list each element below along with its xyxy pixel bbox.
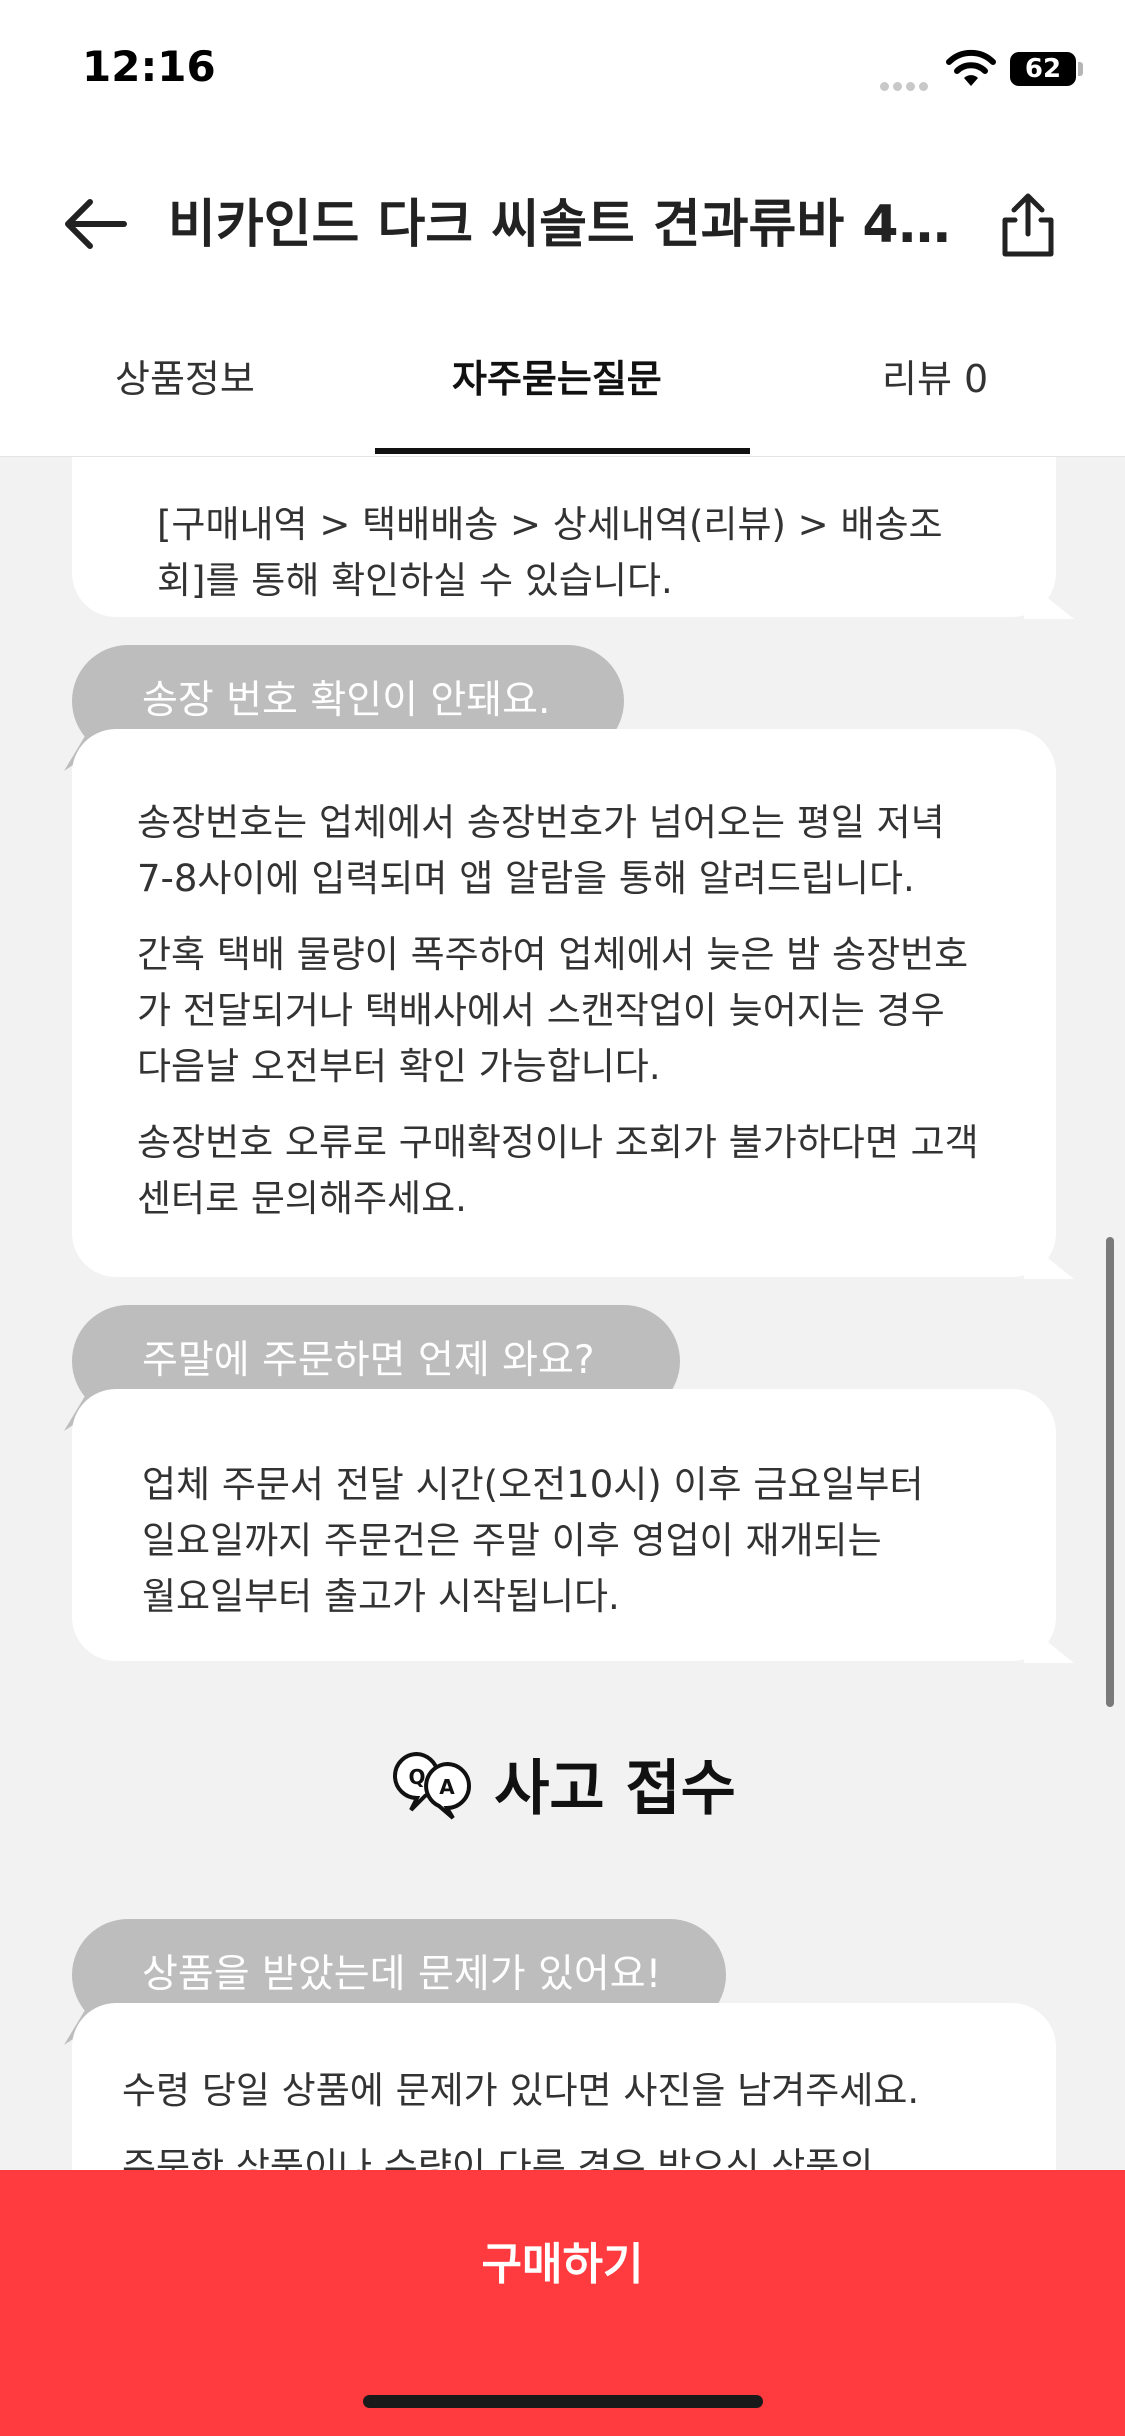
answer-text: 주문한 상품이나 수량이 다른 경우 받으신 상품의: [122, 2145, 874, 2170]
question-text: 상품을 받았는데 문제가 있어요!: [142, 1952, 662, 1997]
answer-bubble: 수령 당일 상품에 문제가 있다면 사진을 남겨주세요. 주문한 상품이나 수량…: [72, 2003, 1056, 2170]
scrollbar[interactable]: [1106, 1237, 1114, 1707]
qa-chat-icon: Q A: [393, 1751, 472, 1820]
answer-text: 송장번호 오류로 구매확정이나 조회가 불가하다면 고객센터로 문의해주세요.: [137, 1121, 979, 1220]
question-text: 송장 번호 확인이 안돼요.: [142, 678, 551, 723]
faq-content: [구매내역 > 택배배송 > 상세내역(리뷰) > 배송조회]를 통해 확인하실…: [0, 457, 1125, 2170]
tab-reviews[interactable]: 리뷰 0: [882, 348, 988, 403]
bubble-tail: [1024, 1239, 1074, 1279]
arrow-left-icon[interactable]: [60, 194, 130, 254]
svg-text:Q: Q: [409, 1765, 426, 1789]
wifi-icon: [946, 49, 996, 86]
answer-text: 송장번호는 업체에서 송장번호가 넘어오는 평일 저녁 7-8사이에 입력되며 …: [137, 801, 945, 900]
question-text: 주말에 주문하면 언제 와요?: [142, 1338, 595, 1383]
buy-button-label: 구매하기: [481, 2239, 644, 2290]
share-icon[interactable]: [995, 190, 1061, 260]
answer-text: 간혹 택배 물량이 폭주하여 업체에서 늦은 밤 송장번호가 전달되거나 택배사…: [137, 933, 969, 1088]
battery-icon: 62: [1010, 52, 1076, 86]
tab-product-info[interactable]: 상품정보: [115, 348, 255, 403]
svg-text:A: A: [439, 1775, 455, 1799]
tab-bar: 상품정보 자주묻는질문 리뷰 0: [0, 330, 1125, 457]
tab-faq[interactable]: 자주묻는질문: [452, 348, 662, 403]
answer-bubble: [구매내역 > 택배배송 > 상세내역(리뷰) > 배송조회]를 통해 확인하실…: [72, 457, 1074, 619]
status-bar: 12:16 62: [0, 0, 1125, 130]
answer-text: 업체 주문서 전달 시간(오전10시) 이후 금요일부터 일요일까지 주문건은 …: [142, 1463, 924, 1618]
cellular-signal-icon: [880, 76, 932, 95]
header: 비카인드 다크 씨솔트 견과류바 40...: [0, 170, 1125, 280]
answer-bubble: 업체 주문서 전달 시간(오전10시) 이후 금요일부터 일요일까지 주문건은 …: [72, 1389, 1074, 1663]
page-title: 비카인드 다크 씨솔트 견과류바 40...: [168, 195, 968, 255]
answer-text: [구매내역 > 택배배송 > 상세내역(리뷰) > 배송조회]를 통해 확인하실…: [157, 503, 943, 602]
active-tab-indicator: [375, 448, 750, 454]
top-bar: 12:16 62 비카인드 다크 씨솔트 견과류바 40... 상품정보 자주묻…: [0, 0, 1125, 457]
bubble-tail: [1024, 579, 1074, 619]
bubble-tail: [1024, 1623, 1074, 1663]
status-time: 12:16: [82, 42, 216, 91]
section-title: 사고 접수: [494, 1754, 736, 1824]
answer-bubble: 송장번호는 업체에서 송장번호가 넘어오는 평일 저녁 7-8사이에 입력되며 …: [72, 729, 1074, 1279]
battery-cap: [1078, 62, 1083, 76]
answer-text: 수령 당일 상품에 문제가 있다면 사진을 남겨주세요.: [122, 2069, 920, 2112]
section-heading: Q A 사고 접수: [0, 1740, 1125, 1827]
home-indicator[interactable]: [363, 2395, 763, 2408]
